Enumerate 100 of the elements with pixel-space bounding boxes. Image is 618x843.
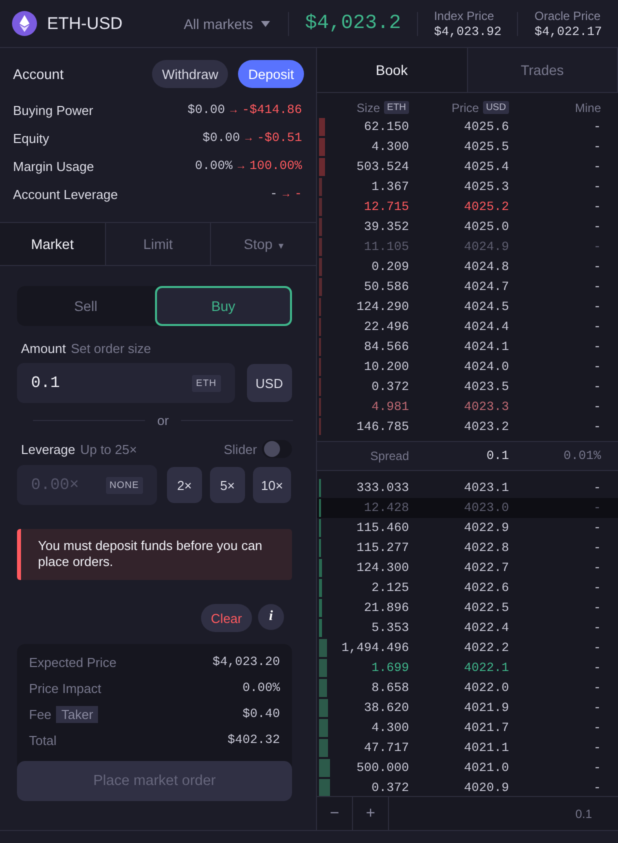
caret-icon xyxy=(260,20,270,26)
summary-label: Total xyxy=(29,732,56,748)
order-book-row[interactable]: 0.372 4020.9 - xyxy=(317,778,618,796)
order-book-row[interactable]: 47.717 4021.1 - xyxy=(317,738,618,758)
order-book-row[interactable]: 39.352 4025.0 - xyxy=(317,216,618,237)
summary-label: Expected Price xyxy=(29,654,116,670)
currency-toggle-button[interactable]: USD xyxy=(246,364,292,402)
price-value: 4022.0 xyxy=(462,680,509,695)
deposit-button[interactable]: Deposit xyxy=(238,60,304,88)
order-book-row[interactable]: 333.033 4023.1 - xyxy=(317,478,618,498)
size-value: 4.981 xyxy=(370,400,409,414)
leverage-preset-button[interactable]: 5× xyxy=(210,467,245,503)
clear-button[interactable]: Clear xyxy=(200,604,252,632)
price-value: 4020.9 xyxy=(462,780,509,795)
mine-value: - xyxy=(592,680,601,695)
deposit-alert: You must deposit funds before you can place orders. xyxy=(17,529,292,580)
order-book-row[interactable]: 1.367 4025.3 - xyxy=(317,176,618,197)
order-book-row[interactable]: 146.785 4023.2 - xyxy=(317,416,618,436)
order-book-row[interactable]: 21.896 4022.5 - xyxy=(317,598,618,618)
order-book-row[interactable]: 503.524 4025.4 - xyxy=(317,156,618,177)
info-button[interactable]: i xyxy=(258,604,284,630)
price-value: 4024.1 xyxy=(462,340,509,354)
mine-value: - xyxy=(592,560,601,575)
mine-value: - xyxy=(592,160,601,174)
zoom-out-button[interactable]: − xyxy=(317,797,353,830)
size-value: 5.353 xyxy=(370,620,409,635)
size-value: 4.300 xyxy=(370,140,409,154)
order-book-row[interactable]: 12.715 4025.2 - xyxy=(317,196,618,217)
mine-value: - xyxy=(592,740,601,755)
size-value: 0.372 xyxy=(370,780,409,795)
price-value: 4021.7 xyxy=(462,720,509,735)
order-book-row[interactable]: 10.200 4024.0 - xyxy=(317,356,618,377)
order-book-row[interactable]: 4.300 4021.7 - xyxy=(317,718,618,738)
price-value: 4025.0 xyxy=(462,220,509,234)
price-value: 4021.1 xyxy=(462,740,509,755)
slider-switch[interactable] xyxy=(262,440,292,458)
leverage-preset-button[interactable]: 10× xyxy=(253,467,292,503)
current-value: $0.00 xyxy=(187,103,225,117)
fee-tag: Taker xyxy=(56,706,98,722)
order-book-row[interactable]: 4.300 4025.5 - xyxy=(317,136,618,157)
mine-value: - xyxy=(592,140,601,154)
price-value: 4022.7 xyxy=(462,560,509,575)
order-book-row[interactable]: 2.125 4022.6 - xyxy=(317,578,618,598)
amount-field[interactable]: 0.1 ETH xyxy=(17,363,235,403)
order-book-row[interactable]: 500.000 4021.0 - xyxy=(317,758,618,778)
mine-value: - xyxy=(592,300,601,314)
mine-value: - xyxy=(592,660,601,675)
order-book-row[interactable]: 38.620 4021.9 - xyxy=(317,698,618,718)
price-value: 4024.9 xyxy=(462,240,509,254)
order-book-row[interactable]: 22.496 4024.4 - xyxy=(317,316,618,337)
market-name: ETH-USD xyxy=(47,14,123,34)
size-value: 0.209 xyxy=(370,260,409,274)
zoom-in-button[interactable]: + xyxy=(353,797,389,830)
size-value: 22.496 xyxy=(362,320,409,334)
side-toggle[interactable]: Sell xyxy=(17,286,154,326)
size-value: 503.524 xyxy=(355,160,409,174)
projected-value: -$0.51 xyxy=(256,131,302,145)
size-value: 21.896 xyxy=(362,600,409,615)
order-book-row[interactable]: 84.566 4024.1 - xyxy=(317,336,618,357)
spread-label: Spread xyxy=(369,449,409,464)
order-book-row[interactable]: 4.981 4023.3 - xyxy=(317,396,618,417)
order-book-row[interactable]: 1,494.496 4022.2 - xyxy=(317,638,618,658)
mine-value: - xyxy=(592,480,601,495)
size-value: 62.150 xyxy=(362,120,409,134)
size-value: 146.785 xyxy=(355,420,409,434)
mine-value: - xyxy=(592,340,601,354)
account-row-label: Buying Power xyxy=(13,102,94,118)
column-header: Mine xyxy=(574,100,601,115)
size-value: 1,494.496 xyxy=(340,640,409,655)
withdraw-button[interactable]: Withdraw xyxy=(152,60,228,88)
order-book-row[interactable]: 115.277 4022.8 - xyxy=(317,538,618,558)
summary-label: Price Impact xyxy=(29,680,102,696)
mine-value: - xyxy=(592,720,601,735)
book-tab[interactable]: Trades xyxy=(468,48,618,92)
side-toggle[interactable]: Buy xyxy=(154,286,292,326)
mine-value: - xyxy=(592,240,601,254)
order-book-row[interactable]: 124.300 4022.7 - xyxy=(317,558,618,578)
order-book-row[interactable]: 124.290 4024.5 - xyxy=(317,296,618,317)
current-value: - xyxy=(270,187,278,201)
order-book-row[interactable]: 0.372 4023.5 - xyxy=(317,376,618,397)
projected-value: 100.00% xyxy=(249,159,302,173)
field-label: Amount xyxy=(21,341,66,356)
order-book-row[interactable]: 115.460 4022.9 - xyxy=(317,518,618,538)
price-value: 4025.4 xyxy=(462,160,509,174)
order-book-row[interactable]: 0.209 4024.8 - xyxy=(317,256,618,277)
markets-dropdown[interactable]: All markets xyxy=(184,16,288,32)
price-value: 4024.5 xyxy=(462,300,509,314)
order-book-row[interactable]: 62.150 4025.6 - xyxy=(317,116,618,137)
column-header: Size xyxy=(356,100,380,115)
mine-value: - xyxy=(592,620,601,635)
amount-input[interactable]: 0.1 xyxy=(29,373,192,393)
order-book-row[interactable]: 8.658 4022.0 - xyxy=(317,678,618,698)
order-book-row[interactable]: 1.699 4022.1 - xyxy=(317,658,618,678)
size-value: 84.566 xyxy=(362,340,409,354)
mine-value: - xyxy=(592,280,601,294)
order-book-row[interactable]: 50.586 4024.7 - xyxy=(317,276,618,297)
leverage-preset-button[interactable]: 2× xyxy=(167,467,202,503)
order-type-tab[interactable]: Market xyxy=(0,223,106,265)
size-value: 0.372 xyxy=(370,380,409,394)
order-book-row[interactable]: 5.353 4022.4 - xyxy=(317,618,618,638)
